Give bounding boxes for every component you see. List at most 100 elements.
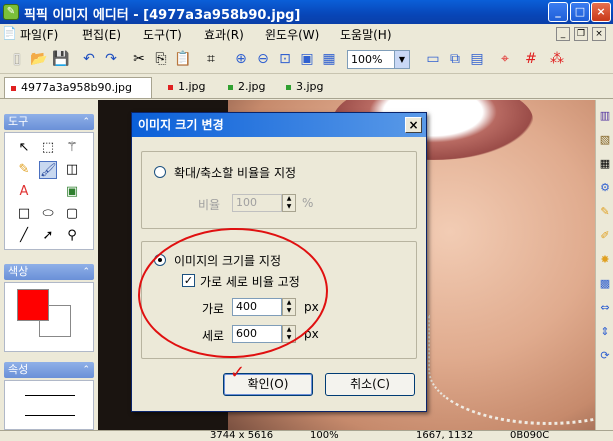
app-icon: ✎ [3,4,19,20]
magic-wand-icon[interactable]: ⚚ [63,139,81,157]
layers-icon[interactable]: ▥ [597,108,613,124]
cancel-button[interactable]: 취소(C) [325,373,415,396]
tile-icon[interactable]: ▤ [468,50,486,68]
undo-icon[interactable]: ↶ [80,50,98,68]
tools-box: ↖ ⬚ ⚚ ✎ 🖌 ◫ A ▣ □ ⬭ ▢ ╱ ➚ ⚲ [4,132,94,250]
menu-tools[interactable]: 도구(T) [143,26,182,43]
collapse-icon: ⌃ [82,365,90,375]
collapse-icon: ⌃ [82,117,90,127]
adjust-icon[interactable]: ⚙ [597,180,613,196]
ellipse-icon[interactable]: ⬭ [39,205,57,223]
line-width-medium[interactable] [25,415,75,416]
chevron-down-icon: ▼ [394,51,409,68]
mdi-close-button[interactable]: × [592,27,606,41]
title-bar: ✎ 픽픽 이미지 에디터 - [4977a3a958b90.jpg] _ □ × [0,0,613,24]
annotation-check-icon: ✓ [230,362,246,383]
text-icon[interactable]: A [15,183,33,201]
tab-image-2[interactable]: 2.jpg [222,77,284,98]
spin-up-icon: ▲ [286,195,292,202]
open-icon[interactable]: 📂 [30,50,48,68]
menu-help[interactable]: 도움말(H) [340,26,392,43]
zoom-in-icon[interactable]: ⊕ [232,50,250,68]
right-panel: ▥ ▧ ▦ ⚙ ✎ ✐ ✸ ▩ ⇔ ⇕ ⟳ [595,100,613,430]
colors-panel-header[interactable]: 색상 ⌃ [4,264,94,280]
window-icon[interactable]: ▭ [424,50,442,68]
left-panel: 도구 ⌃ ↖ ⬚ ⚚ ✎ 🖌 ◫ A ▣ □ ⬭ ▢ ╱ ➚ ⚲ 색상 ⌃ 속성… [0,100,98,430]
collapse-icon: ⌃ [82,267,90,277]
flip-vertical-icon[interactable]: ⇕ [597,324,613,340]
rotate-icon[interactable]: ⟳ [597,348,613,364]
crosshair-icon[interactable]: ⌖ [496,50,514,68]
document-icon: 📄 [2,26,17,40]
close-window-button[interactable]: × [591,2,611,22]
tools-panel-header[interactable]: 도구 ⌃ [4,114,94,130]
flip-horizontal-icon[interactable]: ⇔ [597,300,613,316]
menu-effects[interactable]: 효과(R) [204,26,244,43]
ratio-option-label: 확대/축소할 비율을 지정 [174,166,297,180]
new-window-icon[interactable]: ⧉ [446,50,464,68]
brush-icon[interactable]: 🖌 [39,161,57,179]
tab-dot-icon [168,85,173,90]
fit-icon[interactable]: ⊡ [276,50,294,68]
pencil-icon[interactable]: ✎ [15,161,33,179]
properties-box [4,380,94,430]
cut-icon[interactable]: ✂ [130,50,148,68]
status-bar: 3744 x 5616 100% 1667, 1132 0B090C [0,430,613,441]
actual-size-icon[interactable]: ▣ [298,50,316,68]
arrow-icon[interactable]: ➚ [39,227,57,245]
save-icon[interactable]: 💾 [52,50,70,68]
menu-window[interactable]: 윈도우(W) [265,26,319,43]
pixel-grid-icon[interactable]: ⁂ [548,50,566,68]
ratio-input[interactable]: 100 [232,194,282,212]
tab-dot-icon [286,85,291,90]
eraser-icon[interactable]: ◫ [63,161,81,179]
redo-icon[interactable]: ↷ [102,50,120,68]
tab-bar: 4977a3a958b90.jpg 1.jpg 2.jpg 3.jpg [0,75,613,99]
paste-icon[interactable]: 📋 [174,50,192,68]
ratio-label: 비율 [198,198,221,212]
ratio-radio[interactable] [154,166,166,178]
menu-edit[interactable]: 편집(E) [82,26,121,43]
window-title: 픽픽 이미지 에디터 - [4977a3a958b90.jpg] [24,8,301,23]
ratio-spinner[interactable]: ▲ ▼ [282,194,296,212]
crop-icon[interactable]: ⌗ [202,50,220,68]
line-width-thin[interactable] [25,395,75,396]
eyedropper-icon[interactable]: ⚲ [63,227,81,245]
mdi-restore-button[interactable]: ❐ [574,27,588,41]
history-icon[interactable]: ▧ [597,132,613,148]
select-icon[interactable]: ↖ [15,139,33,157]
grid-icon[interactable]: ▦ [320,50,338,68]
line-icon[interactable]: ╱ [15,227,33,245]
pen-icon[interactable]: ✐ [597,228,613,244]
tab-dot-icon [228,85,233,90]
menu-bar: 📄 파일(F) 편집(E) 도구(T) 효과(R) 윈도우(W) 도움말(H) … [0,24,613,44]
dialog-title: 이미지 크기 변경 [132,113,426,137]
new-icon[interactable]: ▯ [8,50,26,68]
palette-icon[interactable]: ▩ [597,276,613,292]
image-icon[interactable]: ▣ [63,183,81,201]
pencil-icon[interactable]: ✎ [597,204,613,220]
ratio-unit: % [302,196,314,210]
tab-dot-icon [11,86,16,91]
grid-icon[interactable]: ▦ [597,156,613,172]
rounded-rect-icon[interactable]: ▢ [63,205,81,223]
maximize-button[interactable]: □ [570,2,590,22]
rect-select-icon[interactable]: ⬚ [39,139,57,157]
tab-image-0[interactable]: 4977a3a958b90.jpg [4,77,152,98]
menu-file[interactable]: 파일(F) [20,26,58,43]
grid-lines-icon[interactable]: # [522,50,540,68]
zoom-select[interactable]: 100% ▼ [347,50,410,69]
colors-box [4,282,94,352]
properties-panel-header[interactable]: 속성 ⌃ [4,362,94,378]
mdi-minimize-button[interactable]: _ [556,27,570,41]
minimize-button[interactable]: _ [548,2,568,22]
zoom-out-icon[interactable]: ⊖ [254,50,272,68]
tab-image-1[interactable]: 1.jpg [162,77,224,98]
dialog-close-button[interactable]: × [405,117,422,133]
tab-image-3[interactable]: 3.jpg [280,77,342,98]
copy-icon[interactable]: ⎘ [152,50,170,68]
primary-color-swatch[interactable] [17,289,49,321]
sparkle-icon[interactable]: ✸ [597,252,613,268]
spin-down-icon: ▼ [286,203,292,210]
rectangle-icon[interactable]: □ [15,205,33,223]
